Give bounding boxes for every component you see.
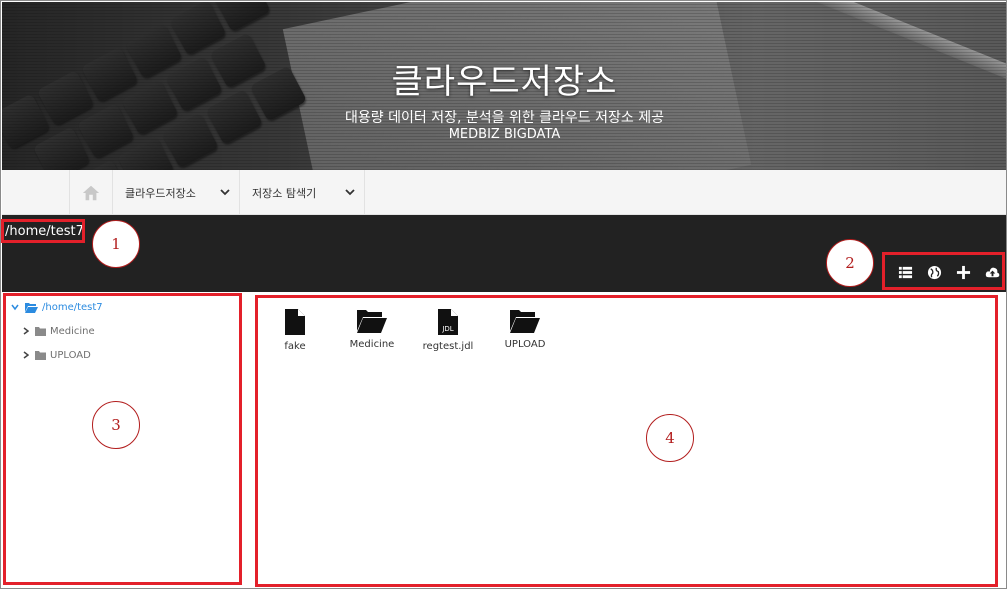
nav-item-label: 저장소 탐색기	[252, 186, 317, 200]
globe-button[interactable]	[920, 263, 949, 281]
nav-dropdown-storage-explorer[interactable]: 저장소 탐색기	[239, 170, 365, 215]
home-button[interactable]	[69, 170, 112, 215]
tree-item-medicine[interactable]: Medicine	[23, 323, 95, 339]
file-item-medicine[interactable]: Medicine	[337, 309, 407, 350]
brand-text: MEDBIZ BIGDATA	[448, 127, 561, 142]
home-icon	[82, 185, 100, 200]
file-item-upload[interactable]: UPLOAD	[490, 309, 560, 350]
folder-icon	[35, 350, 46, 360]
tree-item-label: Medicine	[50, 325, 95, 337]
file-name: fake	[284, 341, 306, 352]
chevron-down-icon	[220, 189, 230, 196]
jdl-badge: JDL	[441, 325, 453, 333]
app-frame: 클라우드저장소 대용량 데이터 저장, 분석을 위한 클라우드 저장소 제공 M…	[0, 0, 1007, 589]
file-item-fake[interactable]: fake	[260, 309, 330, 352]
upload-button[interactable]	[978, 263, 1006, 281]
plus-icon	[956, 265, 971, 279]
nav-dropdown-cloud-storage[interactable]: 클라우드저장소	[112, 170, 239, 215]
folder-open-icon	[25, 302, 38, 313]
file-name: UPLOAD	[504, 339, 546, 350]
tree-item-label: UPLOAD	[50, 349, 91, 361]
chevron-down-icon	[345, 189, 355, 196]
chevron-right-icon	[23, 327, 29, 335]
folder-open-icon	[357, 310, 387, 333]
annotation-marker-2: 2	[826, 239, 874, 287]
top-nav: 클라우드저장소 저장소 탐색기	[2, 170, 1006, 215]
folder-open-icon	[510, 310, 540, 333]
nav-item-label: 클라우드저장소	[125, 186, 196, 200]
page-title: 클라우드저장소	[391, 62, 618, 102]
jdl-file-icon: JDL	[438, 309, 458, 335]
hero-banner: 클라우드저장소 대용량 데이터 저장, 분석을 위한 클라우드 저장소 제공 M…	[2, 2, 1006, 170]
file-icon	[285, 309, 305, 335]
file-name: Medicine	[349, 339, 395, 350]
file-item-regtest-jdl[interactable]: JDL regtest.jdl	[413, 309, 483, 352]
annotation-marker-4: 4	[646, 414, 694, 462]
chevron-down-icon	[11, 304, 19, 311]
page-subtitle: 대용량 데이터 저장, 분석을 위한 클라우드 저장소 제공	[345, 110, 664, 126]
chevron-right-icon	[23, 351, 29, 359]
tree-root-item[interactable]: /home/test7	[11, 299, 103, 315]
tree-item-label: /home/test7	[42, 301, 103, 313]
file-grid: fake Medicine JDL regtest.jdl UPLOAD	[261, 299, 991, 579]
toolbar-actions	[891, 263, 1006, 281]
annotation-marker-3: 3	[92, 401, 140, 449]
list-view-icon	[898, 266, 913, 278]
tree-item-upload[interactable]: UPLOAD	[23, 347, 91, 363]
annotation-marker-1: 1	[92, 220, 140, 268]
list-view-button[interactable]	[891, 263, 920, 281]
globe-icon	[927, 265, 942, 279]
folder-icon	[35, 326, 46, 336]
current-path: /home/test7	[5, 224, 84, 239]
file-name: regtest.jdl	[422, 341, 474, 352]
add-button[interactable]	[949, 263, 978, 281]
cloud-upload-icon	[985, 267, 1000, 277]
